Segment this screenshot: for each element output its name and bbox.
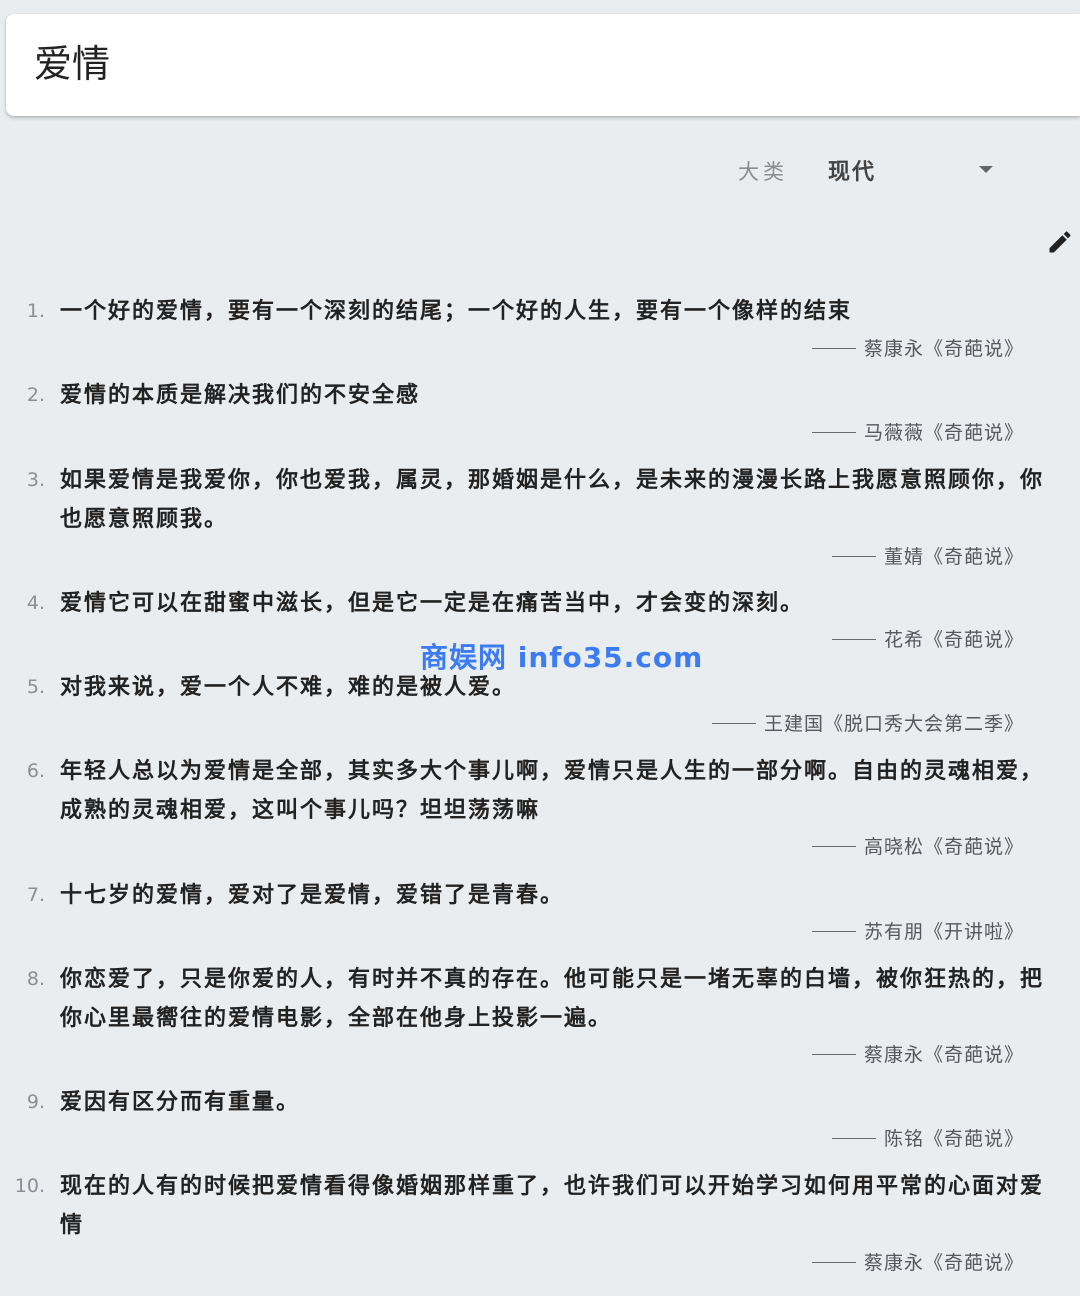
- quote-source: 马薇薇《奇葩说》: [811, 418, 1024, 448]
- quote-text: 爱情的本质是解决我们的不安全感: [60, 382, 421, 408]
- dash-divider: [811, 1261, 856, 1263]
- quote-number: 2.: [26, 384, 45, 406]
- quote-source-text: 蔡康永《奇葩说》: [863, 1044, 1024, 1066]
- quote-source: 王建国《脱口秀大会第二季》: [711, 709, 1024, 739]
- category-select[interactable]: 大类 现代: [738, 152, 1003, 192]
- quote-source: 蔡康永《奇葩说》: [811, 1248, 1024, 1278]
- quote-number: 1.: [26, 300, 45, 322]
- dash-divider: [831, 555, 876, 557]
- quote-source: 陈铭《奇葩说》: [831, 1124, 1024, 1154]
- quote-source-text: 王建国《脱口秀大会第二季》: [763, 713, 1024, 735]
- dash-divider: [811, 1053, 856, 1055]
- dash-divider: [811, 845, 856, 847]
- quote-text: 十七岁的爱情，爱对了是爱情，爱错了是青春。: [60, 882, 565, 908]
- quote-number: 9.: [26, 1091, 45, 1113]
- dash-divider: [811, 930, 856, 932]
- quote-number: 3.: [26, 469, 45, 491]
- quote-text: 现在的人有的时候把爱情看得像婚姻那样重了，也许我们可以开始学习如何用平常的心面对…: [60, 1173, 1045, 1238]
- dash-divider: [831, 1137, 876, 1139]
- watermark: 商娱网 info35.com: [420, 641, 704, 674]
- quote-text: 如果爱情是我爱你，你也爱我，属灵，那婚姻是什么，是未来的漫漫长路上我愿意照顾你，…: [60, 467, 1045, 532]
- quote-source-text: 花希《奇葩说》: [883, 629, 1024, 651]
- quote-text: 年轻人总以为爱情是全部，其实多大个事儿啊，爱情只是人生的一部分啊。自由的灵魂相爱…: [60, 758, 1045, 823]
- pencil-icon[interactable]: [1046, 228, 1074, 256]
- quote-number: 5.: [26, 676, 45, 698]
- dash-divider: [711, 722, 756, 724]
- quote-source: 苏有朋《开讲啦》: [811, 917, 1024, 947]
- quote-text: 你恋爱了，只是你爱的人，有时并不真的存在。他可能只是一堵无辜的白墙，被你狂热的，…: [60, 966, 1045, 1031]
- quote-source: 蔡康永《奇葩说》: [811, 1040, 1024, 1070]
- quote-source: 董婧《奇葩说》: [831, 542, 1024, 572]
- search-box[interactable]: 爱情: [6, 14, 1080, 116]
- category-value[interactable]: 现代: [828, 154, 876, 186]
- quote-source-text: 陈铭《奇葩说》: [883, 1128, 1024, 1150]
- dash-divider: [811, 347, 856, 349]
- quote-number: 4.: [26, 592, 45, 614]
- quote-source-text: 高晓松《奇葩说》: [863, 836, 1024, 858]
- search-query[interactable]: 爱情: [34, 40, 110, 88]
- quote-number: 10.: [14, 1175, 45, 1197]
- caret-down-icon[interactable]: [979, 166, 993, 173]
- quote-source-text: 苏有朋《开讲啦》: [863, 921, 1024, 943]
- quote-source: 蔡康永《奇葩说》: [811, 334, 1024, 364]
- dash-divider: [811, 431, 856, 433]
- dash-divider: [831, 638, 876, 640]
- edit-button[interactable]: [1046, 228, 1074, 256]
- quote-number: 7.: [26, 884, 45, 906]
- quote-text: 爱因有区分而有重量。: [60, 1089, 301, 1115]
- quote-number: 8.: [26, 968, 45, 990]
- quote-source-text: 董婧《奇葩说》: [883, 546, 1024, 568]
- quote-source: 花希《奇葩说》: [831, 625, 1024, 655]
- quote-number: 6.: [26, 760, 45, 782]
- quote-text: 一个好的爱情，要有一个深刻的结尾；一个好的人生，要有一个像样的结束: [60, 298, 853, 324]
- category-label: 大类: [738, 160, 788, 184]
- quote-source: 高晓松《奇葩说》: [811, 832, 1024, 862]
- quote-source-text: 蔡康永《奇葩说》: [863, 1252, 1024, 1274]
- quote-text: 爱情它可以在甜蜜中滋长，但是它一定是在痛苦当中，才会变的深刻。: [60, 590, 805, 616]
- quote-source-text: 蔡康永《奇葩说》: [863, 338, 1024, 360]
- quote-source-text: 马薇薇《奇葩说》: [863, 422, 1024, 444]
